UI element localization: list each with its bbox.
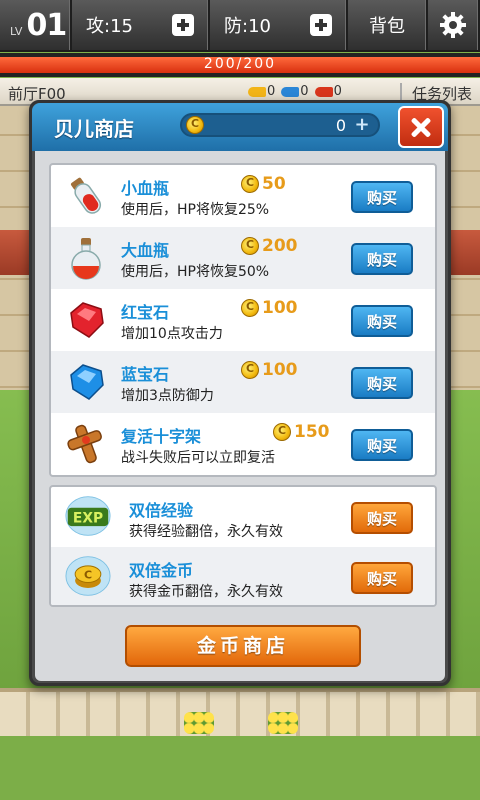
shop-item-row: 红宝石 100 增加10点攻击力 购买 [51,289,435,351]
buy-button[interactable]: 购买 [351,429,413,461]
shop-item-row: 小血瓶 50 使用后，HP将恢复25% 购买 [51,165,435,227]
special-item-name: 双倍经验 [129,501,194,520]
coin-icon [273,423,291,441]
shop-item-row: 复活十字架 150 战斗失败后可以立即复活 购买 [51,413,435,475]
item-name: 蓝宝石 [121,365,170,384]
add-defense-button[interactable] [310,14,332,36]
item-price: 50 [241,174,286,194]
item-price: 100 [241,360,298,380]
red-key-count: 0 [314,84,342,99]
level-display: LV 01 [0,0,72,50]
svg-text:EXP: EXP [73,510,103,526]
shop-header: 贝儿商店 0 + [32,103,448,151]
top-hud: LV 01 攻:15 防:10 背包 [0,0,480,52]
item-name: 小血瓶 [121,179,170,198]
gold-coin-badge-icon: C [65,556,111,596]
shop-title: 贝儿商店 [54,117,134,141]
level-label: LV [10,24,23,38]
buy-button[interactable]: 购买 [351,243,413,275]
settings-button[interactable] [428,0,480,50]
shop-dialog: 贝儿商店 0 + 小血瓶 50 使用后，HP将恢复25% [29,100,451,686]
coin-icon [241,175,259,193]
stone-fence [0,688,480,736]
key-counts: 0 0 0 [248,84,342,99]
buy-button[interactable]: 购买 [351,367,413,399]
special-item-row: C 双倍金币 获得金币翻倍，永久有效 购买 [51,547,435,605]
item-name: 大血瓶 [121,241,170,260]
item-description: 使用后，HP将恢复25% [121,202,270,218]
revive-cross-icon [67,424,102,464]
item-list: 小血瓶 50 使用后，HP将恢复25% 购买 大血瓶 200 使用后，HP将恢复… [49,163,437,477]
coin-icon [241,299,259,317]
sapphire-icon [70,364,104,400]
close-button[interactable] [398,106,444,148]
bottom-grass [0,736,480,800]
key-icon [248,86,266,97]
special-item-row: EXP 双倍经验 获得经验翻倍，永久有效 购买 [51,487,435,547]
item-name: 红宝石 [121,303,170,322]
item-description: 战斗失败后可以立即复活 [121,450,275,466]
gear-icon [440,12,466,38]
coin-icon [186,116,204,134]
special-item-list: EXP 双倍经验 获得经验翻倍，永久有效 购买 C 双倍金币 获得金币翻倍，永久… [49,485,437,607]
buy-button[interactable]: 购买 [351,562,413,594]
special-item-description: 获得经验翻倍，永久有效 [129,524,283,540]
item-description: 使用后，HP将恢复50% [121,264,270,280]
ruby-icon [70,302,104,338]
coin-icon [241,237,259,255]
flower-bush [184,712,214,734]
small-potion-icon [70,177,102,214]
svg-text:C: C [84,569,92,582]
add-coins-button[interactable]: + [352,116,372,134]
item-price: 200 [241,236,298,256]
buy-button[interactable]: 购买 [351,305,413,337]
defense-value: 防:10 [224,16,271,37]
attack-stat: 攻:15 [72,0,210,50]
shop-item-row: 蓝宝石 100 增加3点防御力 购买 [51,351,435,413]
key-icon [281,86,300,97]
shop-body: 小血瓶 50 使用后，HP将恢复25% 购买 大血瓶 200 使用后，HP将恢复… [35,151,445,681]
defense-stat: 防:10 [210,0,348,50]
blue-key-count: 0 [281,84,309,99]
item-price: 100 [241,298,298,318]
exp-badge-icon: EXP [65,496,111,536]
coin-icon [241,361,259,379]
add-attack-button[interactable] [172,14,194,36]
yellow-key-count: 0 [248,84,275,99]
special-item-name: 双倍金币 [129,561,194,580]
item-price: 150 [273,422,330,442]
large-potion-icon [71,238,101,280]
bag-button[interactable]: 背包 [348,0,428,50]
hp-text: 200/200 [203,56,277,72]
buy-button[interactable]: 购买 [351,502,413,534]
special-item-description: 获得金币翻倍，永久有效 [129,584,283,600]
buy-button[interactable]: 购买 [351,181,413,213]
item-name: 复活十字架 [121,427,202,446]
attack-value: 攻:15 [86,16,133,37]
shop-item-row: 大血瓶 200 使用后，HP将恢复50% 购买 [51,227,435,289]
coin-balance: 0 + [180,113,380,137]
key-icon [314,86,333,97]
hp-bar: 200/200 [0,53,480,77]
item-description: 增加3点防御力 [121,388,214,404]
flower-bush [268,712,298,734]
gold-shop-button[interactable]: 金币商店 [125,625,361,667]
bag-label: 背包 [369,16,405,37]
item-description: 增加10点攻击力 [121,326,223,342]
level-value: 01 [26,7,67,43]
coin-balance-value: 0 [335,116,346,135]
